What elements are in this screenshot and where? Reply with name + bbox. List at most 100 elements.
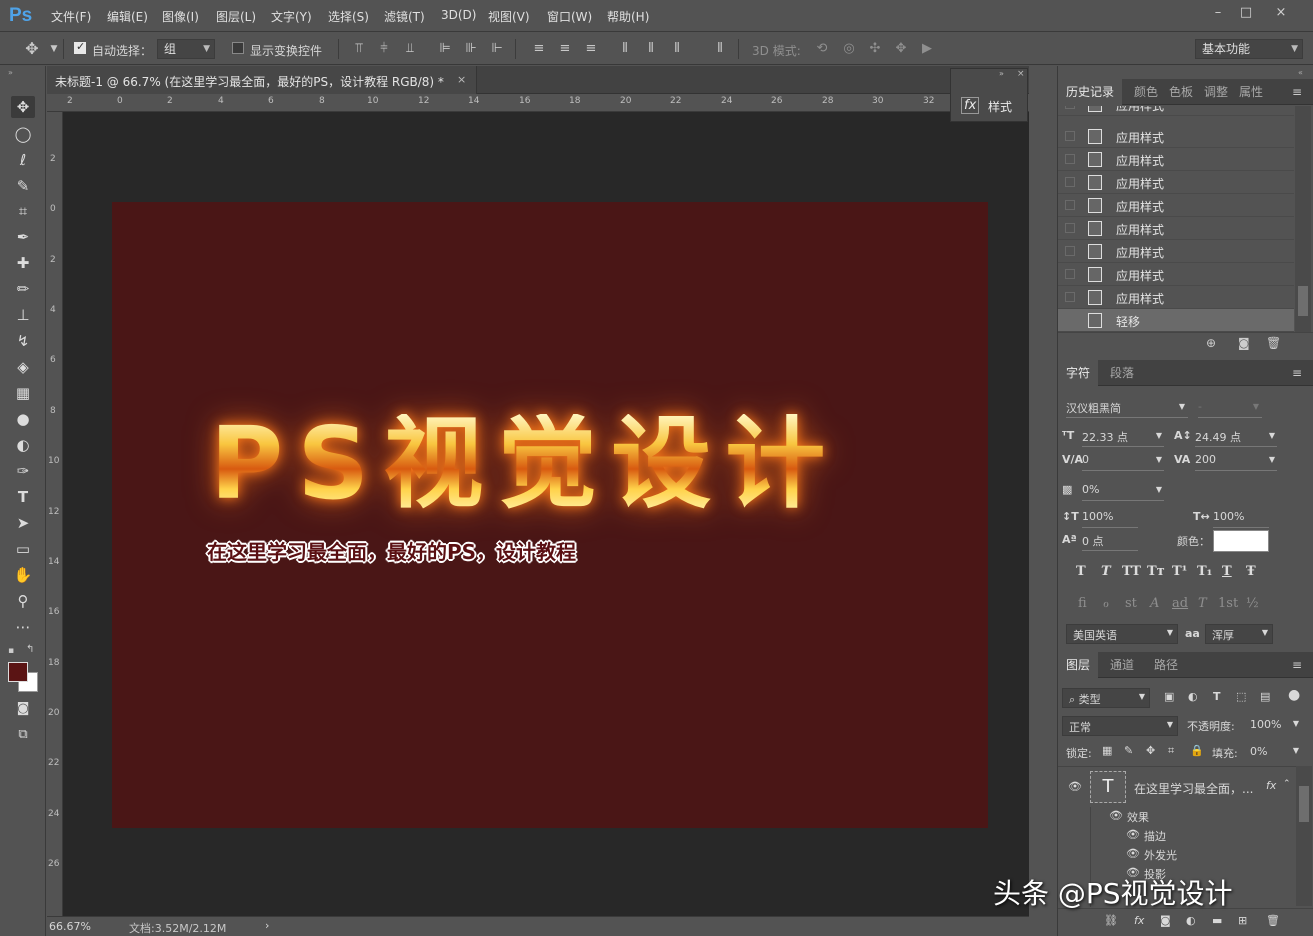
snapshot-checkbox[interactable] xyxy=(1065,131,1075,141)
workspace-dropdown[interactable]: 基本功能 ▼ xyxy=(1195,39,1303,59)
distribute-hcenter-icon[interactable]: ⦀ xyxy=(644,42,658,56)
eyedropper-tool-icon[interactable]: ✒ xyxy=(11,226,35,248)
shape-filter-icon[interactable]: ⬚ xyxy=(1236,690,1246,703)
visibility-eye-icon[interactable]: 👁 xyxy=(1126,828,1140,841)
add-mask-icon[interactable]: ◙ xyxy=(1160,914,1171,927)
collapse-icon[interactable]: » xyxy=(8,68,13,77)
tab-properties[interactable]: 属性 xyxy=(1231,79,1271,105)
panel-menu-icon[interactable]: ≡ xyxy=(1292,85,1302,99)
smart-object-filter-icon[interactable]: ▤ xyxy=(1260,690,1270,703)
adjustment-layer-icon[interactable]: ◐ xyxy=(1186,914,1196,927)
panel-menu-icon[interactable]: ≡ xyxy=(1292,366,1302,380)
tab-character[interactable]: 字符 xyxy=(1058,360,1099,386)
new-group-icon[interactable]: ▬ xyxy=(1212,914,1222,927)
tab-swatches[interactable]: 色板 xyxy=(1161,79,1201,105)
gradient-tool-icon[interactable]: ▦ xyxy=(11,382,35,404)
auto-select-checkbox[interactable] xyxy=(74,40,86,54)
swash-button[interactable]: A xyxy=(1150,596,1159,611)
old-style-button[interactable]: ℴ xyxy=(1103,596,1109,611)
menu-type[interactable]: 文字(Y) xyxy=(271,8,312,25)
path-select-icon[interactable]: ➤ xyxy=(11,512,35,534)
minimize-button[interactable]: – xyxy=(1206,4,1230,22)
show-transform-checkbox[interactable] xyxy=(232,42,244,54)
tab-paths[interactable]: 路径 xyxy=(1146,652,1186,678)
pixel-filter-icon[interactable]: ▣ xyxy=(1164,690,1174,703)
tsume-field[interactable]: 0% ▼ xyxy=(1082,483,1164,501)
tracking-field[interactable]: 200 ▼ xyxy=(1195,453,1277,471)
scrollbar-thumb[interactable] xyxy=(1299,786,1309,822)
layer-filter-select[interactable]: ⌕ 类型 ▼ xyxy=(1062,688,1150,708)
ordinals-button[interactable]: 1st xyxy=(1218,596,1238,611)
camera-icon[interactable]: ◙ xyxy=(1238,336,1250,350)
lock-artboard-icon[interactable]: ⌗ xyxy=(1168,744,1174,758)
pen-tool-icon[interactable]: ✑ xyxy=(11,460,35,482)
visibility-eye-icon[interactable]: 👁 xyxy=(1068,780,1082,793)
history-scrollbar[interactable] xyxy=(1295,106,1311,332)
swap-colors-icon[interactable]: ↰ xyxy=(26,644,34,655)
snapshot-checkbox[interactable] xyxy=(1065,315,1075,325)
opacity-field[interactable]: 100% ▼ xyxy=(1246,716,1302,736)
trash-icon[interactable]: 🗑 xyxy=(1266,914,1280,927)
new-doc-from-state-icon[interactable]: ⊕ xyxy=(1206,336,1216,350)
list-item[interactable]: 应用样式 xyxy=(1058,217,1294,240)
3d-rotate-icon[interactable]: ⟲ xyxy=(815,42,829,56)
blur-tool-icon[interactable]: ● xyxy=(11,408,35,430)
layer-fx-icon[interactable]: fx xyxy=(1266,779,1276,792)
close-button[interactable]: × xyxy=(1269,4,1293,22)
snapshot-checkbox[interactable] xyxy=(1065,223,1075,233)
close-icon[interactable]: × xyxy=(1017,69,1025,79)
3d-scale-icon[interactable]: ▶ xyxy=(920,42,934,56)
trash-icon[interactable]: 🗑 xyxy=(1266,336,1281,350)
all-caps-button[interactable]: TT xyxy=(1122,564,1141,579)
text-color-swatch[interactable] xyxy=(1213,530,1269,552)
rectangle-tool-icon[interactable]: ▭ xyxy=(11,538,35,560)
titling-alternates-button[interactable]: T xyxy=(1198,596,1207,611)
list-item[interactable]: 应用样式 xyxy=(1058,106,1294,116)
visibility-eye-icon[interactable]: 👁 xyxy=(1109,809,1123,822)
close-tab-icon[interactable]: × xyxy=(457,73,466,86)
move-tool-icon[interactable]: ✥ xyxy=(11,96,35,118)
lock-position-icon[interactable]: ✥ xyxy=(1146,744,1155,757)
leading-field[interactable]: 24.49 点 ▼ xyxy=(1195,429,1277,447)
layer-row[interactable]: 👁 T 在这里学习最全面，... fx ⌃ xyxy=(1058,768,1296,806)
align-top-icon[interactable]: ⫪ xyxy=(352,42,366,56)
tab-color[interactable]: 颜色 xyxy=(1126,79,1166,105)
lasso-tool-icon[interactable]: ℓ xyxy=(11,149,35,171)
superscript-button[interactable]: T¹ xyxy=(1172,564,1187,579)
small-caps-button[interactable]: Tт xyxy=(1147,564,1165,579)
tab-adjustments[interactable]: 调整 xyxy=(1196,79,1236,105)
menu-help[interactable]: 帮助(H) xyxy=(607,8,649,25)
new-layer-icon[interactable]: ⊞ xyxy=(1238,914,1247,927)
vertical-scale-field[interactable]: 100% xyxy=(1082,510,1138,528)
zoom-tool-icon[interactable]: ⚲ xyxy=(11,590,35,612)
snapshot-checkbox[interactable] xyxy=(1065,106,1075,109)
underline-button[interactable]: T xyxy=(1222,564,1232,579)
faux-italic-button[interactable]: T xyxy=(1101,564,1111,579)
adjustment-filter-icon[interactable]: ◐ xyxy=(1188,690,1198,703)
distribute-right-icon[interactable]: ⦀ xyxy=(670,42,684,56)
list-item[interactable]: 应用样式 xyxy=(1058,171,1294,194)
menu-edit[interactable]: 编辑(E) xyxy=(107,8,148,25)
menu-view[interactable]: 视图(V) xyxy=(488,8,530,25)
distribute-left-icon[interactable]: ⦀ xyxy=(618,42,632,56)
menu-image[interactable]: 图像(I) xyxy=(162,8,199,25)
eraser-tool-icon[interactable]: ◈ xyxy=(11,356,35,378)
list-item[interactable]: 应用样式 xyxy=(1058,148,1294,171)
add-fx-icon[interactable]: fx xyxy=(1134,914,1144,927)
snapshot-checkbox[interactable] xyxy=(1065,269,1075,279)
lock-transparent-icon[interactable]: ▦ xyxy=(1102,744,1112,757)
list-item[interactable]: 应用样式 xyxy=(1058,263,1294,286)
crop-tool-icon[interactable]: ⌗ xyxy=(11,200,35,222)
list-item[interactable]: 应用样式 xyxy=(1058,240,1294,263)
auto-align-icon[interactable]: ⫴ xyxy=(713,42,727,56)
subscript-button[interactable]: T₁ xyxy=(1197,564,1212,579)
quick-mask-icon[interactable]: ◙ xyxy=(11,698,35,720)
chevron-up-icon[interactable]: ⌃ xyxy=(1283,779,1291,789)
collapse-icon[interactable]: « xyxy=(1298,68,1303,77)
tab-history[interactable]: 历史记录 xyxy=(1058,79,1123,105)
hand-tool-icon[interactable]: ✋ xyxy=(11,564,35,586)
style-label[interactable]: 样式 xyxy=(988,98,1012,115)
tab-paragraph[interactable]: 段落 xyxy=(1102,360,1142,386)
auto-select-dropdown[interactable]: 组 ▼ xyxy=(157,39,215,59)
blend-mode-select[interactable]: 正常 ▼ xyxy=(1062,716,1178,736)
